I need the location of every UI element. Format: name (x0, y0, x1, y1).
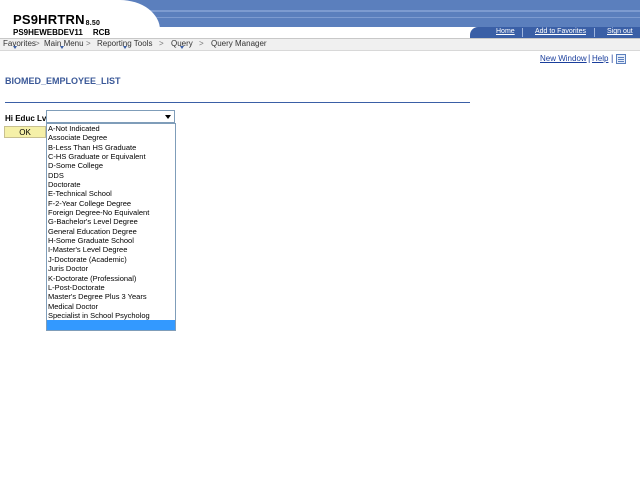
dropdown-option[interactable]: I-Master's Level Degree (47, 245, 175, 254)
dropdown-option[interactable]: E-Technical School (47, 189, 175, 198)
dropdown-option[interactable]: F-2-Year College Degree (47, 199, 175, 208)
dropdown-option[interactable]: G-Bachelor's Level Degree (47, 217, 175, 226)
breadcrumb-separator: > (199, 39, 204, 48)
dropdown-option[interactable]: General Education Degree (47, 227, 175, 236)
header-stripe-2 (150, 17, 640, 18)
chevron-down-icon (123, 46, 127, 49)
page-title-divider (5, 102, 470, 103)
dropdown-option[interactable]: D-Some College (47, 161, 175, 170)
chevron-down-icon (13, 46, 17, 49)
branding-header: PS9HRTRN8.50 PS9HEWEBDEV11 RCB Home Add t… (0, 0, 640, 38)
page-title: BIOMED_EMPLOYEE_LIST (5, 76, 121, 86)
menu-query-manager[interactable]: Query Manager (211, 39, 267, 48)
sign-out-link[interactable]: Sign out (607, 28, 633, 35)
navigation-breadcrumb: Favorites > Main Menu > Reporting Tools … (0, 38, 640, 51)
dropdown-option[interactable]: J-Doctorate (Academic) (47, 255, 175, 264)
customize-page-icon[interactable] (616, 54, 626, 64)
database-info: PS9HEWEBDEV11 RCB (13, 28, 110, 37)
dropdown-option[interactable]: Medical Doctor (47, 302, 175, 311)
dropdown-option[interactable]: Specialist in School Psycholog (47, 311, 175, 320)
header-band (115, 0, 640, 27)
dropdown-option[interactable]: K-Doctorate (Professional) (47, 274, 175, 283)
hi-educ-lv-dropdown-list[interactable]: A-Not Indicated Associate Degree B-Less … (46, 123, 176, 331)
dropdown-option[interactable]: DDS (47, 171, 175, 180)
user-id: RCB (92, 28, 111, 37)
ok-button[interactable]: OK (4, 126, 46, 138)
dropdown-option[interactable]: Foreign Degree-No Equivalent (47, 208, 175, 217)
menu-favorites[interactable]: Favorites (3, 39, 36, 48)
header-link-separator (594, 28, 595, 37)
add-to-favorites-link[interactable]: Add to Favorites (535, 28, 586, 35)
toplinks-separator: | (588, 53, 591, 63)
breadcrumb-separator: > (159, 39, 164, 48)
chevron-down-icon[interactable] (165, 115, 171, 119)
app-version: 8.50 (85, 20, 101, 27)
header-stripe (135, 10, 640, 12)
chevron-down-icon (180, 46, 184, 49)
dropdown-option[interactable]: Juris Doctor (47, 264, 175, 273)
dropdown-option[interactable]: B-Less Than HS Graduate (47, 143, 175, 152)
dropdown-option[interactable]: A-Not Indicated (47, 124, 175, 133)
home-link[interactable]: Home (496, 28, 515, 35)
dropdown-option[interactable]: Doctorate (47, 180, 175, 189)
dropdown-option[interactable]: L-Post-Doctorate (47, 283, 175, 292)
dropdown-option[interactable]: Associate Degree (47, 133, 175, 142)
dropdown-option[interactable]: H-Some Graduate School (47, 236, 175, 245)
help-link[interactable]: Help (592, 54, 608, 63)
toplinks-separator: | (611, 53, 614, 63)
breadcrumb-separator: > (35, 39, 40, 48)
app-title: PS9HRTRN8.50 (13, 12, 101, 27)
database-name: PS9HEWEBDEV11 (13, 28, 83, 37)
dropdown-option[interactable]: C-HS Graduate or Equivalent (47, 152, 175, 161)
hi-educ-lv-label: Hi Educ Lv: (5, 114, 50, 123)
dropdown-option[interactable]: Master's Degree Plus 3 Years (47, 292, 175, 301)
hi-educ-lv-select[interactable] (46, 110, 175, 123)
new-window-link[interactable]: New Window (540, 54, 587, 63)
chevron-down-icon (60, 46, 64, 49)
breadcrumb-separator: > (86, 39, 91, 48)
header-link-separator (522, 28, 523, 37)
dropdown-option-selected[interactable] (47, 320, 175, 330)
